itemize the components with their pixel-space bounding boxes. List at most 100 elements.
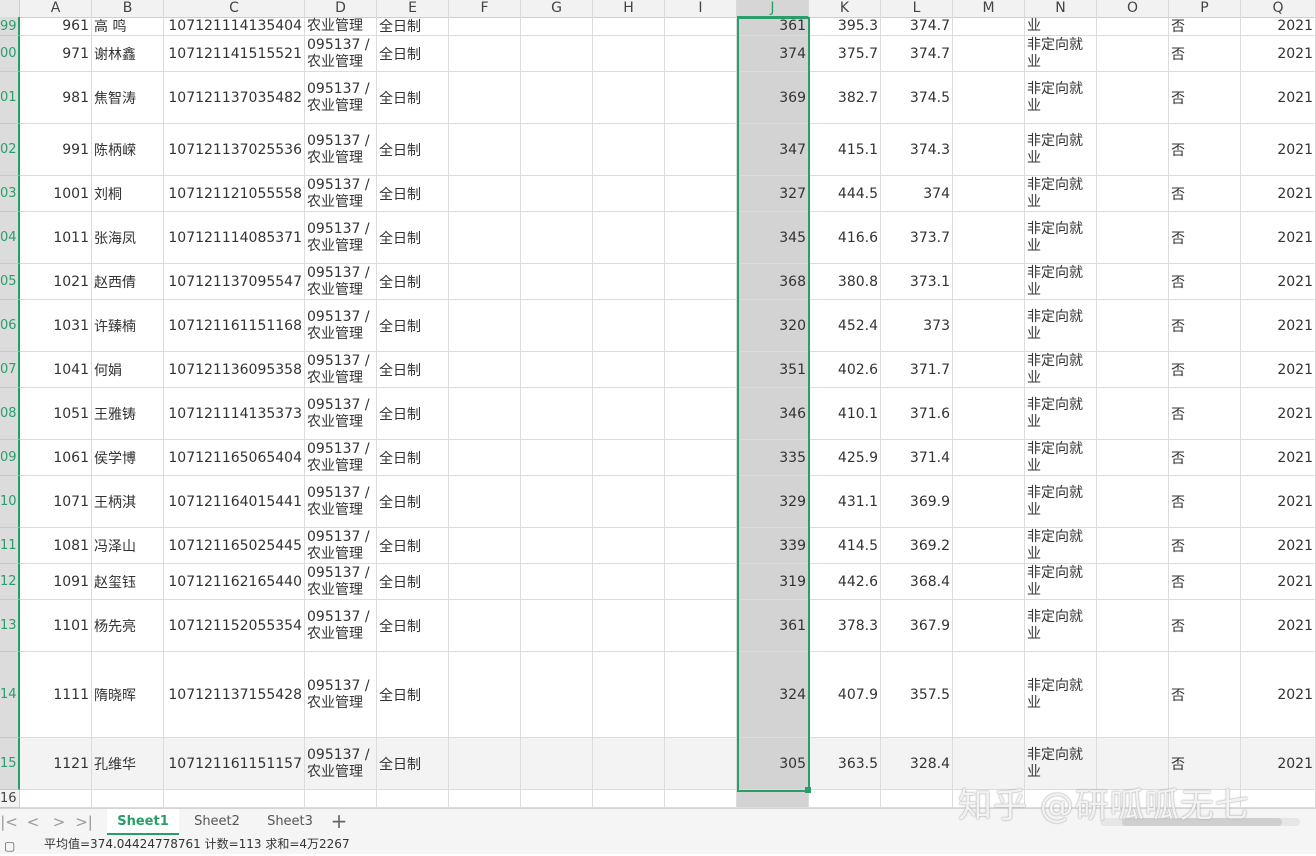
cell-g[interactable] xyxy=(521,476,593,528)
cell-a[interactable]: 1111 xyxy=(20,652,92,738)
cell-f[interactable] xyxy=(449,790,521,808)
column-header-g[interactable]: G xyxy=(521,0,593,18)
cell-f[interactable] xyxy=(449,600,521,652)
cell-p[interactable]: 否 xyxy=(1169,652,1241,738)
select-all-corner[interactable] xyxy=(0,0,20,18)
cell-k[interactable]: 416.6 xyxy=(809,212,881,264)
cell-q[interactable]: 2021 xyxy=(1241,652,1316,738)
cell-q[interactable]: 2021 xyxy=(1241,388,1316,440)
column-header-o[interactable]: O xyxy=(1097,0,1169,18)
cell-n[interactable]: 非定向就业 xyxy=(1025,300,1097,352)
cell-c[interactable]: 107121137095547 xyxy=(164,264,305,300)
row-header[interactable]: 15 xyxy=(0,738,20,790)
cell-d[interactable]: 095137 /农业管理 xyxy=(305,652,377,738)
cell-k[interactable]: 382.7 xyxy=(809,72,881,124)
cell-i[interactable] xyxy=(665,36,737,72)
cell-h[interactable] xyxy=(593,36,665,72)
cell-c[interactable] xyxy=(164,790,305,808)
cell-f[interactable] xyxy=(449,476,521,528)
cell-h[interactable] xyxy=(593,72,665,124)
cell-a[interactable]: 1001 xyxy=(20,176,92,212)
cell-p[interactable]: 否 xyxy=(1169,176,1241,212)
cell-c[interactable]: 107121141515521 xyxy=(164,36,305,72)
cell-d[interactable]: 095137 /农业管理 xyxy=(305,388,377,440)
cell-j[interactable]: 320 xyxy=(737,300,809,352)
cell-p[interactable]: 否 xyxy=(1169,264,1241,300)
cell-a[interactable]: 961 xyxy=(20,17,92,36)
cell-j[interactable]: 327 xyxy=(737,176,809,212)
cell-o[interactable] xyxy=(1097,528,1169,564)
column-header-q[interactable]: Q xyxy=(1241,0,1316,18)
status-selection-icon[interactable]: ▢ xyxy=(4,837,20,853)
cell-h[interactable] xyxy=(593,300,665,352)
cell-p[interactable]: 否 xyxy=(1169,440,1241,476)
cell-c[interactable]: 107121162165440 xyxy=(164,564,305,600)
cell-m[interactable] xyxy=(953,36,1025,72)
cell-g[interactable] xyxy=(521,72,593,124)
cell-n[interactable]: 非定向就业 xyxy=(1025,476,1097,528)
column-header-n[interactable]: N xyxy=(1025,0,1097,18)
cell-f[interactable] xyxy=(449,72,521,124)
cell-e[interactable]: 全日制 xyxy=(377,124,449,176)
cell-q[interactable]: 2021 xyxy=(1241,264,1316,300)
cell-g[interactable] xyxy=(521,600,593,652)
cell-o[interactable] xyxy=(1097,212,1169,264)
row-header[interactable]: 09 xyxy=(0,440,20,476)
cell-m[interactable] xyxy=(953,476,1025,528)
cell-e[interactable]: 全日制 xyxy=(377,176,449,212)
cell-h[interactable] xyxy=(593,212,665,264)
cell-k[interactable]: 363.5 xyxy=(809,738,881,790)
cell-a[interactable]: 1021 xyxy=(20,264,92,300)
cell-d[interactable]: 095137 /农业管理 xyxy=(305,600,377,652)
cell-i[interactable] xyxy=(665,476,737,528)
cell-d[interactable]: 095137 /农业管理 xyxy=(305,212,377,264)
cell-l[interactable]: 357.5 xyxy=(881,652,953,738)
cell-g[interactable] xyxy=(521,440,593,476)
cell-q[interactable]: 2021 xyxy=(1241,440,1316,476)
cell-p[interactable]: 否 xyxy=(1169,600,1241,652)
cell-j[interactable]: 346 xyxy=(737,388,809,440)
cell-o[interactable] xyxy=(1097,652,1169,738)
column-header-a[interactable]: A xyxy=(20,0,92,18)
column-header-k[interactable]: K xyxy=(809,0,881,18)
cell-i[interactable] xyxy=(665,212,737,264)
cell-b[interactable]: 赵玺钰 xyxy=(92,564,164,600)
cell-b[interactable]: 何娟 xyxy=(92,352,164,388)
row-header[interactable]: 16 xyxy=(0,790,20,808)
cell-a[interactable] xyxy=(20,790,92,808)
cell-l[interactable] xyxy=(881,790,953,808)
cell-a[interactable]: 1061 xyxy=(20,440,92,476)
cell-g[interactable] xyxy=(521,528,593,564)
cell-d[interactable]: 095137 /农业管理 xyxy=(305,264,377,300)
cell-b[interactable]: 谢林鑫 xyxy=(92,36,164,72)
cell-a[interactable]: 1121 xyxy=(20,738,92,790)
cell-a[interactable]: 1011 xyxy=(20,212,92,264)
cell-l[interactable]: 369.2 xyxy=(881,528,953,564)
cell-e[interactable]: 全日制 xyxy=(377,600,449,652)
cell-p[interactable]: 否 xyxy=(1169,564,1241,600)
cell-d[interactable]: 095137 /农业管理 xyxy=(305,176,377,212)
column-header-l[interactable]: L xyxy=(881,0,953,18)
cell-l[interactable]: 371.4 xyxy=(881,440,953,476)
cell-j[interactable]: 361 xyxy=(737,600,809,652)
row-header[interactable]: 00 xyxy=(0,36,20,72)
cell-g[interactable] xyxy=(521,300,593,352)
cell-n[interactable]: 非定向就业 xyxy=(1025,72,1097,124)
cell-n[interactable]: 业 xyxy=(1025,17,1097,36)
cell-a[interactable]: 1091 xyxy=(20,564,92,600)
cell-c[interactable]: 107121114135404 xyxy=(164,17,305,36)
cell-c[interactable]: 107121121055558 xyxy=(164,176,305,212)
cell-q[interactable]: 2021 xyxy=(1241,17,1316,36)
cell-l[interactable]: 371.7 xyxy=(881,352,953,388)
last-sheet-nav-icon[interactable]: >| xyxy=(75,813,93,831)
cell-a[interactable]: 1041 xyxy=(20,352,92,388)
cell-f[interactable] xyxy=(449,738,521,790)
row-header[interactable]: 99 xyxy=(0,17,20,36)
cell-h[interactable] xyxy=(593,564,665,600)
cell-i[interactable] xyxy=(665,300,737,352)
cell-n[interactable]: 非定向就业 xyxy=(1025,564,1097,600)
cell-b[interactable]: 赵西倩 xyxy=(92,264,164,300)
cell-f[interactable] xyxy=(449,212,521,264)
cell-e[interactable] xyxy=(377,790,449,808)
cell-e[interactable]: 全日制 xyxy=(377,300,449,352)
